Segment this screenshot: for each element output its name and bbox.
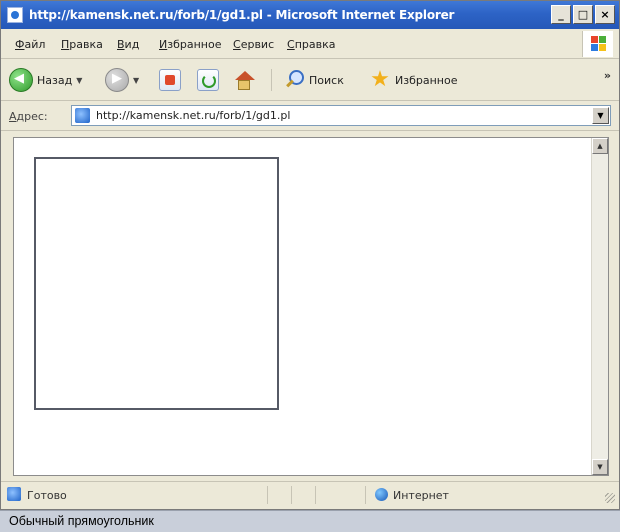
status-bar: Готово Интернет (1, 481, 619, 507)
stop-button[interactable] (159, 67, 181, 93)
forward-arrow-icon: ▶ (105, 68, 129, 92)
address-bar: Адрес: http://kamensk.net.ru/forb/1/gd1.… (1, 101, 619, 131)
zone-text: Интернет (393, 489, 449, 502)
home-icon (233, 69, 255, 91)
windows-logo-icon (582, 31, 613, 57)
address-url[interactable]: http://kamensk.net.ru/forb/1/gd1.pl (96, 109, 290, 122)
ie-page-status-icon (7, 487, 21, 501)
ie-app-icon[interactable] (7, 7, 23, 23)
status-panel (315, 486, 336, 504)
page-content: ▲ ▼ (13, 137, 609, 476)
menu-tools[interactable]: Сервис (233, 38, 274, 51)
ie-page-icon (75, 108, 90, 123)
back-button[interactable]: ◀ Назад ▼ (9, 67, 82, 93)
menu-view[interactable]: Вид (117, 38, 139, 51)
status-text: Готово (27, 489, 67, 502)
vertical-scrollbar[interactable]: ▲ ▼ (591, 138, 608, 475)
title-bar: http://kamensk.net.ru/forb/1/gd1.pl - Mi… (1, 1, 619, 29)
scroll-down-button[interactable]: ▼ (592, 459, 608, 475)
stop-icon (159, 69, 181, 91)
menu-file[interactable]: Файл (15, 38, 45, 51)
internet-globe-icon (375, 488, 388, 501)
menu-favorites[interactable]: Избранное (159, 38, 221, 51)
favorites-button[interactable]: ★ Избранное (369, 67, 457, 93)
forward-dropdown-icon[interactable]: ▼ (133, 76, 139, 85)
search-icon (283, 69, 305, 91)
drawn-rectangle (34, 157, 279, 410)
maximize-button[interactable]: □ (573, 5, 593, 24)
menu-bar: Файл Правка Вид Избранное Сервис Справка (1, 29, 619, 59)
status-panel (267, 486, 288, 504)
close-button[interactable]: × (595, 5, 615, 24)
refresh-icon (197, 69, 219, 91)
window-title: http://kamensk.net.ru/forb/1/gd1.pl - Mi… (29, 8, 455, 22)
standard-toolbar: ◀ Назад ▼ ▶ ▼ Поиск ★ Избранное » (1, 59, 619, 101)
refresh-button[interactable] (197, 67, 219, 93)
star-icon: ★ (370, 67, 390, 92)
menu-help[interactable]: Справка (287, 38, 335, 51)
browser-window: http://kamensk.net.ru/forb/1/gd1.pl - Mi… (0, 0, 620, 510)
back-dropdown-icon[interactable]: ▼ (76, 76, 82, 85)
search-button[interactable]: Поиск (283, 67, 344, 93)
menu-edit[interactable]: Правка (61, 38, 103, 51)
scroll-up-button[interactable]: ▲ (592, 138, 608, 154)
status-panel (291, 486, 312, 504)
resize-grip-icon[interactable] (605, 493, 615, 503)
search-label: Поиск (309, 73, 344, 87)
address-input[interactable]: http://kamensk.net.ru/forb/1/gd1.pl ▼ (71, 105, 611, 126)
forward-button[interactable]: ▶ ▼ (105, 67, 139, 93)
window-controls: _ □ × (551, 5, 615, 24)
toolbar-separator (271, 69, 272, 91)
back-arrow-icon: ◀ (9, 68, 33, 92)
figure-caption: Обычный прямоугольник (0, 510, 620, 532)
minimize-button[interactable]: _ (551, 5, 571, 24)
favorites-label: Избранное (395, 73, 458, 87)
home-button[interactable] (233, 67, 255, 93)
address-label: Адрес: (9, 110, 48, 123)
address-dropdown-button[interactable]: ▼ (592, 107, 609, 124)
back-label: Назад (37, 73, 73, 87)
toolbar-more-chevron-icon[interactable]: » (604, 69, 611, 82)
